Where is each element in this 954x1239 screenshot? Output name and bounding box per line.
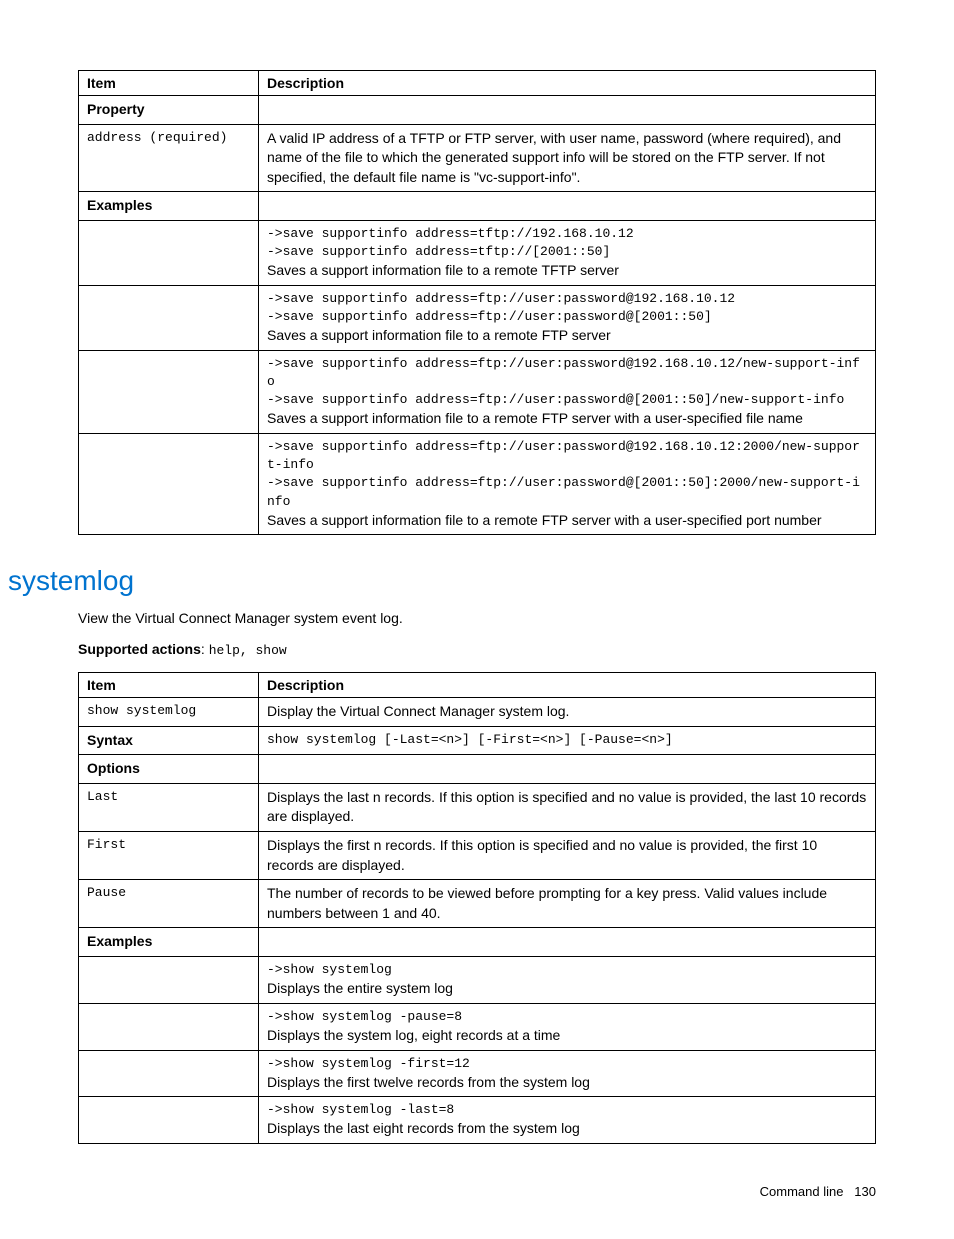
table1-property-label: Property: [79, 96, 259, 125]
supported-colon: :: [201, 641, 209, 657]
table2-pause-desc: The number of records to be viewed befor…: [259, 880, 876, 928]
table1-ex4-code2: ->save supportinfo address=ftp://user:pa…: [267, 474, 867, 510]
table1-ex4-cell: ->save supportinfo address=ftp://user:pa…: [259, 434, 876, 535]
table1-examples-label: Examples: [79, 192, 259, 221]
table1-header-item: Item: [79, 71, 259, 96]
table1-ex3-item: [79, 350, 259, 433]
table2-ex2-code: ->show systemlog -pause=8: [267, 1008, 867, 1026]
footer-text: Command line: [760, 1184, 844, 1199]
table1-ex1-code1: ->save supportinfo address=tftp://192.16…: [267, 225, 867, 243]
page-footer: Command line 130: [78, 1184, 876, 1199]
table2-ex3-code: ->show systemlog -first=12: [267, 1055, 867, 1073]
table2-first-item: First: [79, 831, 259, 879]
table1-ex4-code1: ->save supportinfo address=ftp://user:pa…: [267, 438, 867, 474]
table1-ex1-cell: ->save supportinfo address=tftp://192.16…: [259, 220, 876, 285]
table2-pause-item: Pause: [79, 880, 259, 928]
footer-page: 130: [854, 1184, 876, 1199]
table2-show-desc: Display the Virtual Connect Manager syst…: [259, 698, 876, 727]
table2-show-item: show systemlog: [79, 698, 259, 727]
table1-ex3-code1: ->save supportinfo address=ftp://user:pa…: [267, 355, 867, 391]
table2-ex4-cell: ->show systemlog -last=8 Displays the la…: [259, 1097, 876, 1144]
table2-options-label: Options: [79, 755, 259, 784]
table2-header-desc: Description: [259, 673, 876, 698]
table2-ex2-cell: ->show systemlog -pause=8 Displays the s…: [259, 1003, 876, 1050]
table1-ex2-cell: ->save supportinfo address=ftp://user:pa…: [259, 285, 876, 350]
table1-ex4-item: [79, 434, 259, 535]
table2-options-empty: [259, 755, 876, 784]
table1-ex1-item: [79, 220, 259, 285]
table2-examples-label: Examples: [79, 928, 259, 957]
table1-ex2-code1: ->save supportinfo address=ftp://user:pa…: [267, 290, 867, 308]
systemlog-supported: Supported actions: help, show: [78, 641, 876, 658]
systemlog-intro: View the Virtual Connect Manager system …: [78, 609, 876, 629]
supported-value: help, show: [209, 643, 287, 658]
table2-ex4-code: ->show systemlog -last=8: [267, 1101, 867, 1119]
table2-last-item: Last: [79, 783, 259, 831]
table1-examples-empty: [259, 192, 876, 221]
table1-ex3-desc: Saves a support information file to a re…: [267, 410, 803, 426]
table1-ex1-desc: Saves a support information file to a re…: [267, 262, 619, 278]
table2-ex2-item: [79, 1003, 259, 1050]
table1-address-item: address (required): [79, 124, 259, 192]
table1-property-empty: [259, 96, 876, 125]
table2-ex3-item: [79, 1050, 259, 1097]
table1-ex4-desc: Saves a support information file to a re…: [267, 512, 822, 528]
table2-ex4-desc: Displays the last eight records from the…: [267, 1120, 580, 1136]
table1-ex1-code2: ->save supportinfo address=tftp://[2001:…: [267, 243, 867, 261]
table1-address-desc: A valid IP address of a TFTP or FTP serv…: [259, 124, 876, 192]
table2-ex2-desc: Displays the system log, eight records a…: [267, 1027, 560, 1043]
table1-ex2-code2: ->save supportinfo address=ftp://user:pa…: [267, 308, 867, 326]
table2-syntax-value: show systemlog [-Last=<n>] [-First=<n>] …: [259, 726, 876, 755]
table2-ex1-cell: ->show systemlog Displays the entire sys…: [259, 956, 876, 1003]
table2-last-desc: Displays the last n records. If this opt…: [259, 783, 876, 831]
table2-header-item: Item: [79, 673, 259, 698]
table2-first-desc: Displays the first n records. If this op…: [259, 831, 876, 879]
table2-ex3-desc: Displays the first twelve records from t…: [267, 1074, 590, 1090]
table1-header-desc: Description: [259, 71, 876, 96]
table2-ex3-cell: ->show systemlog -first=12 Displays the …: [259, 1050, 876, 1097]
table1-ex2-desc: Saves a support information file to a re…: [267, 327, 611, 343]
table1-ex2-item: [79, 285, 259, 350]
table1-ex3-cell: ->save supportinfo address=ftp://user:pa…: [259, 350, 876, 433]
supportinfo-table: Item Description Property address (requi…: [78, 70, 876, 535]
table2-ex4-item: [79, 1097, 259, 1144]
table2-syntax-label: Syntax: [79, 726, 259, 755]
table1-ex3-code2: ->save supportinfo address=ftp://user:pa…: [267, 391, 867, 409]
table2-ex1-code: ->show systemlog: [267, 961, 867, 979]
supported-label: Supported actions: [78, 641, 201, 657]
table2-ex1-item: [79, 956, 259, 1003]
systemlog-heading: systemlog: [8, 565, 876, 597]
systemlog-table: Item Description show systemlog Display …: [78, 672, 876, 1144]
table2-examples-empty: [259, 928, 876, 957]
table2-ex1-desc: Displays the entire system log: [267, 980, 453, 996]
